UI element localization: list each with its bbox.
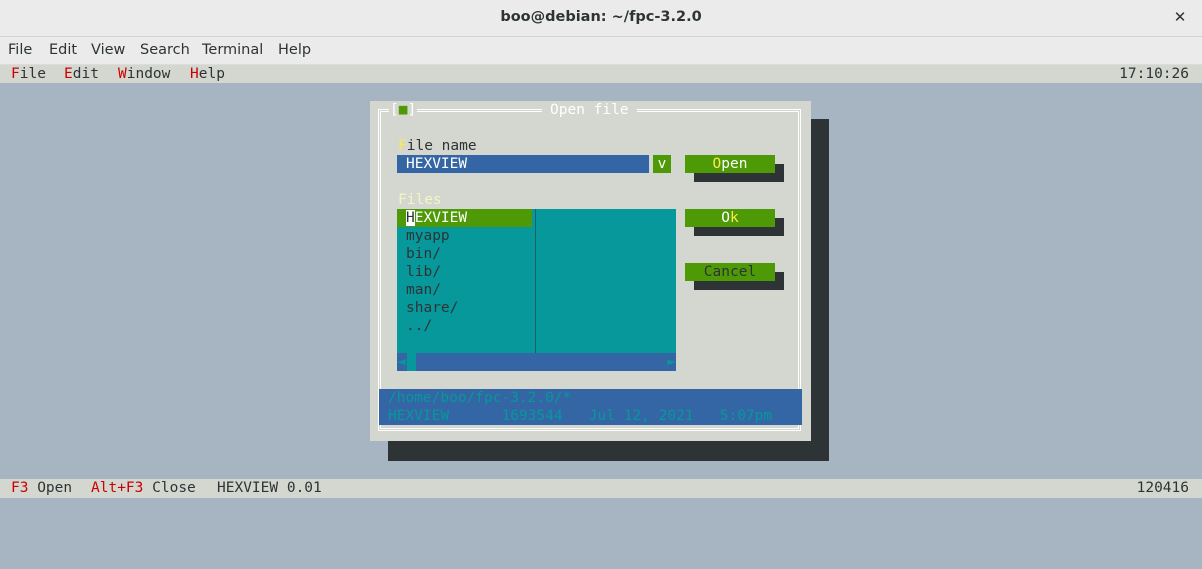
horizontal-scrollbar[interactable]: ◄ ►: [397, 353, 676, 371]
dialog-close-button[interactable]: [■]: [389, 101, 418, 119]
file-name-label: File name: [398, 137, 477, 155]
terminal-menu-view[interactable]: View: [91, 42, 125, 58]
window-titlebar: boo@debian: ~/fpc-3.2.0 ✕: [0, 0, 1202, 37]
files-label-hotkey: F: [398, 192, 407, 208]
history-dropdown-button[interactable]: v: [653, 155, 671, 173]
files-label: Files: [398, 191, 442, 209]
dialog-close-bracket-right: ]: [407, 102, 417, 118]
file-item[interactable]: lib/: [406, 263, 441, 281]
tv-menu-file[interactable]: File: [11, 65, 46, 83]
terminal-menu-terminal[interactable]: Terminal: [202, 42, 263, 58]
file-info-pane: /home/boo/fpc-3.2.0/* HEXVIEW 1693544 Ju…: [379, 389, 802, 425]
status-close-key: Alt+F3: [91, 480, 144, 496]
open-button-hotkey: O: [712, 156, 722, 172]
open-file-dialog: [■] Open file File name HEXVIEW v Files …: [370, 101, 811, 441]
tv-menu-help-label: elp: [198, 66, 225, 82]
file-item-label: HEXVIEW: [406, 209, 467, 227]
tv-menu-help[interactable]: Help: [190, 65, 225, 83]
status-open[interactable]: F3 Open: [11, 479, 72, 497]
tv-menu-file-hotkey: F: [11, 66, 20, 82]
status-close-label: Close: [152, 480, 196, 496]
file-item[interactable]: myapp: [406, 227, 450, 245]
dialog-close-bracket-left: [: [390, 102, 399, 118]
info-path: /home/boo/fpc-3.2.0/*: [388, 390, 572, 406]
window-title: boo@debian: ~/fpc-3.2.0: [500, 9, 702, 25]
clock: 17:10:26: [1119, 66, 1189, 82]
file-item[interactable]: ../: [406, 317, 432, 335]
cancel-button[interactable]: Cancel: [685, 263, 775, 281]
files-label-text: iles: [406, 192, 442, 208]
file-item[interactable]: bin/: [406, 245, 441, 263]
terminal-menu-help[interactable]: Help: [278, 42, 311, 58]
file-item-selected[interactable]: HEXVIEW: [397, 209, 532, 227]
file-item[interactable]: man/: [406, 281, 441, 299]
scroll-left-arrow-icon[interactable]: ◄: [397, 353, 406, 371]
terminal-menu-file[interactable]: File: [8, 42, 32, 58]
tv-menu-edit-hotkey: E: [64, 66, 73, 82]
file-list[interactable]: HEXVIEW myapp bin/ lib/ man/ share/ ../ …: [397, 209, 676, 371]
tv-menu-file-label: ile: [19, 66, 46, 82]
file-item[interactable]: share/: [406, 299, 458, 317]
text-cursor: H: [406, 210, 415, 226]
column-divider: [535, 209, 536, 353]
status-memory: 120416: [1136, 480, 1189, 496]
status-open-label: Open: [37, 480, 73, 496]
file-name-input[interactable]: HEXVIEW: [397, 155, 649, 173]
scroll-right-arrow-icon[interactable]: ►: [667, 353, 676, 371]
tv-menubar: File Edit Window Help 17:10:26: [0, 65, 1202, 83]
tv-menu-edit[interactable]: Edit: [64, 65, 99, 83]
open-button[interactable]: Open: [685, 155, 775, 173]
status-app-name: HEXVIEW 0.01: [217, 480, 322, 496]
terminal-menu-edit[interactable]: Edit: [49, 42, 77, 58]
close-icon[interactable]: ✕: [1170, 6, 1190, 28]
open-button-label: pen: [721, 156, 748, 172]
tv-menu-window-label: indow: [126, 66, 171, 82]
status-open-key: F3: [11, 480, 29, 496]
file-item-rest: EXVIEW: [414, 210, 468, 226]
terminal-menu-search[interactable]: Search: [140, 42, 190, 58]
file-name-label-hotkey: F: [398, 138, 407, 154]
tv-menu-edit-label: dit: [72, 66, 99, 82]
dialog-title: Open file: [542, 101, 637, 119]
file-name-label-text: ile name: [406, 138, 477, 154]
tv-menu-window[interactable]: Window: [118, 65, 170, 83]
tv-menu-window-hotkey: W: [118, 66, 127, 82]
ok-button-hotkey: k: [730, 210, 739, 226]
terminal-menubar: File Edit View Search Terminal Help: [0, 37, 1202, 65]
tv-menu-help-hotkey: H: [190, 66, 199, 82]
status-close[interactable]: Alt+F3 Close: [91, 479, 196, 497]
ok-button-label: O: [721, 210, 730, 226]
ok-button[interactable]: Ok: [685, 209, 775, 227]
scrollbar-thumb[interactable]: [407, 353, 416, 371]
info-file-details: HEXVIEW 1693544 Jul 12, 2021 5:07pm: [388, 408, 773, 424]
tv-statusbar: F3 Open Alt+F3 Close HEXVIEW 0.01 120416: [0, 479, 1202, 498]
